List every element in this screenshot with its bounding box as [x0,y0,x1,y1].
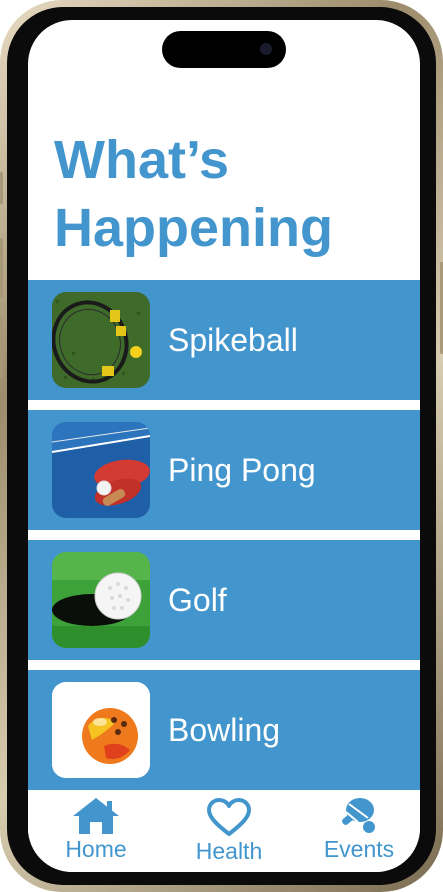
ping-pong-photo-icon [52,422,150,518]
heart-icon [207,798,251,836]
tab-bar: Home Health Events [28,790,420,872]
event-item-ping-pong[interactable]: Ping Pong [28,410,420,530]
ping-pong-icon [342,798,375,833]
camera-icon [260,43,272,55]
event-label: Golf [168,582,227,618]
event-label: Ping Pong [168,452,316,488]
tab-health[interactable]: Health [174,798,284,870]
page-title-line-2: Happening [54,198,333,258]
event-label: Bowling [168,712,281,748]
volume-down-button [0,318,3,378]
bowling-photo-icon [52,682,150,778]
event-label: Spikeball [168,322,298,358]
tab-events-label: Events [323,836,395,862]
dynamic-island [162,31,286,68]
event-item-spikeball[interactable]: Spikeball [28,280,420,400]
volume-up-button [0,238,3,298]
home-icon [73,798,119,834]
event-item-golf[interactable]: Golf [28,540,420,660]
page-title: What’s Happening [54,126,414,262]
tab-health-label: Health [195,838,263,864]
screen: What’s Happening Spikeball Ping Pong Gol… [28,20,420,872]
spikeball-photo-icon [52,292,150,388]
action-button [0,172,3,204]
event-item-bowling[interactable]: Bowling [28,670,420,790]
tab-events[interactable]: Events [304,796,414,868]
tab-home[interactable]: Home [41,796,151,868]
event-list: Spikeball Ping Pong Golf Bowling [28,280,420,790]
tab-home-label: Home [65,836,127,862]
page-title-line-1: What’s [54,130,229,190]
golf-photo-icon [52,552,150,648]
